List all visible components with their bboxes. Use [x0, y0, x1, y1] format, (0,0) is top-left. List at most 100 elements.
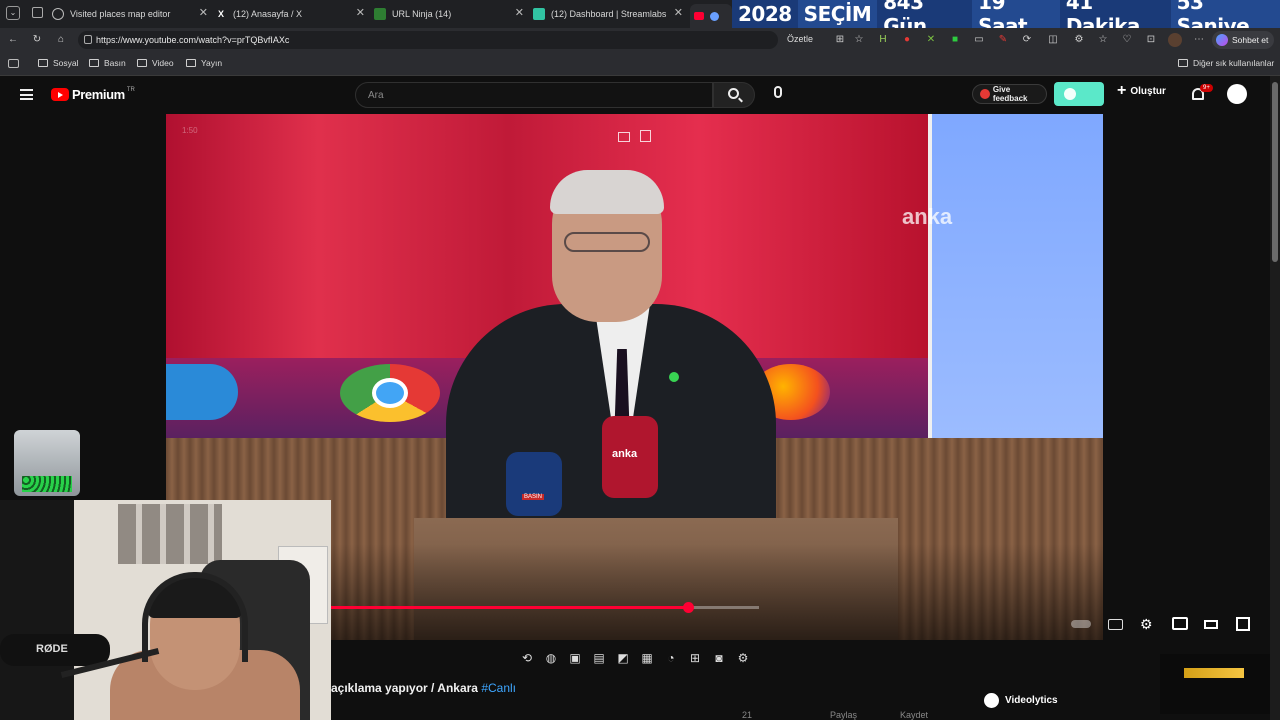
screenshot-icon[interactable]: ▣: [567, 650, 583, 666]
miniplayer-icon[interactable]: [1172, 617, 1188, 630]
photo-frames: [118, 504, 222, 564]
tab-streamlabs[interactable]: (12) Dashboard | Streamlabs ✕: [533, 3, 683, 25]
clip-icon[interactable]: ▤: [591, 650, 607, 666]
close-tab-icon[interactable]: ✕: [515, 6, 524, 19]
mic-label: anka: [612, 448, 638, 460]
countdown-minutes: 41 Dakika: [1065, 0, 1141, 38]
like-count[interactable]: 21: [742, 710, 752, 720]
workspaces-icon[interactable]: [32, 7, 43, 18]
notification-badge: 9+: [1200, 84, 1213, 92]
give-feedback-button[interactable]: Give feedback: [972, 84, 1047, 104]
back-icon[interactable]: ←: [6, 33, 20, 47]
camera-icon[interactable]: ◙: [711, 650, 727, 666]
settings-icon[interactable]: ⚙: [1072, 33, 1086, 47]
close-tab-icon[interactable]: ✕: [674, 6, 683, 19]
extension-icon[interactable]: ●: [900, 33, 914, 47]
reload-icon[interactable]: ↻: [30, 33, 44, 47]
loop-icon[interactable]: ⟲: [519, 650, 535, 666]
speaker-glasses: [564, 232, 650, 252]
videolytics-badge[interactable]: Videolytics: [984, 693, 1058, 708]
autoplay-toggle[interactable]: [1071, 620, 1091, 628]
ninja-icon: [374, 8, 386, 20]
gear-icon[interactable]: ⚙: [735, 650, 751, 666]
youtube-tab-icon: [694, 12, 704, 20]
webcam-overlay: RØDE: [0, 500, 331, 720]
countdown-days: 843 Gün: [883, 0, 927, 38]
mic-badge: BASIN: [522, 494, 545, 500]
add-icon[interactable]: ⊞: [687, 650, 703, 666]
sidebar-toggle-icon[interactable]: [8, 59, 19, 68]
fullscreen-icon[interactable]: [1236, 617, 1250, 631]
frame-icon[interactable]: ▦: [639, 650, 655, 666]
extension-icon[interactable]: ✎: [996, 33, 1010, 47]
favorite-star-icon[interactable]: ☆: [852, 33, 866, 47]
picture-in-picture-icon[interactable]: [618, 132, 630, 142]
home-icon[interactable]: ⌂: [54, 33, 68, 47]
menu-icon[interactable]: [20, 89, 33, 100]
browser-tab-strip: ⌄ Visited places map editor ✕ X (12) Ana…: [0, 0, 1280, 38]
tab-visited-places[interactable]: Visited places map editor ✕: [52, 3, 208, 25]
tab-list-icon[interactable]: ⌄: [6, 6, 20, 20]
youtube-logo[interactable]: Premium TR: [51, 87, 135, 102]
media-playing-icon[interactable]: [710, 11, 719, 21]
folder-icon: [1178, 59, 1188, 67]
extension-icon[interactable]: ■: [948, 33, 962, 47]
save-button[interactable]: Kaydet: [900, 710, 928, 720]
toggle-extension-button[interactable]: [1054, 82, 1104, 106]
bookmark-folder-yayin[interactable]: Yayın: [186, 58, 222, 68]
audio-icon[interactable]: ◍: [543, 650, 559, 666]
crop-icon[interactable]: ◩: [615, 650, 631, 666]
speed-icon[interactable]: ◔: [663, 650, 679, 666]
election-countdown-overlay: 2028 SEÇİM 843 Gün 19 Saat 41 Dakika 53 …: [732, 0, 1280, 38]
bookmark-label: Diğer sık kullanılanlar: [1193, 58, 1275, 68]
tab-url-ninja[interactable]: URL Ninja (14) ✕: [374, 3, 524, 25]
progress-scrubber[interactable]: [683, 602, 694, 613]
bookmark-folder-basin[interactable]: Basın: [89, 58, 126, 68]
video-backdrop-blue: [928, 114, 1103, 438]
bookmark-folder-sosyal[interactable]: Sosyal: [38, 58, 79, 68]
copy-frame-icon[interactable]: [640, 130, 651, 142]
scrollbar-thumb[interactable]: [1272, 82, 1278, 262]
read-aloud-icon[interactable]: ⊞: [833, 33, 847, 47]
profile-avatar[interactable]: [1168, 33, 1182, 47]
youtube-play-icon: [51, 88, 69, 101]
screenshot-icon[interactable]: ⊡: [1144, 33, 1158, 47]
extension-icon[interactable]: ✕: [924, 33, 938, 47]
search-button[interactable]: [713, 82, 755, 108]
other-bookmarks[interactable]: Diğer sık kullanılanlar: [1178, 58, 1274, 68]
share-button[interactable]: Paylaş: [830, 710, 857, 720]
collections-icon[interactable]: ♡: [1120, 33, 1134, 47]
account-avatar[interactable]: [1227, 84, 1247, 104]
search-icon: [728, 88, 739, 99]
tab-title: URL Ninja (14): [392, 9, 452, 19]
create-button[interactable]: + Oluştur: [1117, 83, 1166, 99]
folder-icon: [137, 59, 147, 67]
close-tab-icon[interactable]: ✕: [199, 6, 208, 19]
subtitles-icon[interactable]: [1108, 619, 1123, 630]
extensions-puzzle-icon[interactable]: ⟳: [1020, 33, 1034, 47]
close-tab-icon[interactable]: ✕: [356, 6, 365, 19]
copilot-button[interactable]: Sohbet et: [1212, 31, 1274, 49]
tab-x-home[interactable]: X (12) Anasayfa / X ✕: [215, 3, 365, 25]
hashtag-link[interactable]: #Canlı: [481, 681, 516, 695]
theater-mode-icon[interactable]: [1204, 620, 1218, 629]
favorites-icon[interactable]: ☆: [1096, 33, 1110, 47]
settings-gear-icon[interactable]: ⚙: [1140, 616, 1153, 633]
voice-search-icon[interactable]: [774, 86, 782, 98]
extension-icon[interactable]: H: [876, 33, 890, 47]
youtube-header: Premium TR Ara Give feedback + Oluştur 9…: [0, 76, 1270, 114]
bookmark-folder-video[interactable]: Video: [137, 58, 174, 68]
bookmark-label: Sosyal: [53, 58, 79, 68]
search-input[interactable]: Ara: [355, 82, 713, 108]
summarize-button[interactable]: Özetle: [787, 34, 813, 44]
address-bar[interactable]: https://www.youtube.com/watch?v=prTQBvfI…: [78, 31, 778, 49]
overlay-jar-widget: [14, 430, 80, 496]
feedback-icon: [980, 89, 990, 99]
extension-icon[interactable]: ▭: [972, 33, 986, 47]
folder-icon: [38, 59, 48, 67]
more-menu-icon[interactable]: ⋯: [1192, 33, 1206, 47]
site-info-icon[interactable]: [84, 35, 92, 44]
split-screen-icon[interactable]: ◫: [1046, 33, 1060, 47]
countdown-hours: 19 Saat: [972, 0, 1060, 38]
tab-youtube-active[interactable]: [690, 4, 732, 28]
